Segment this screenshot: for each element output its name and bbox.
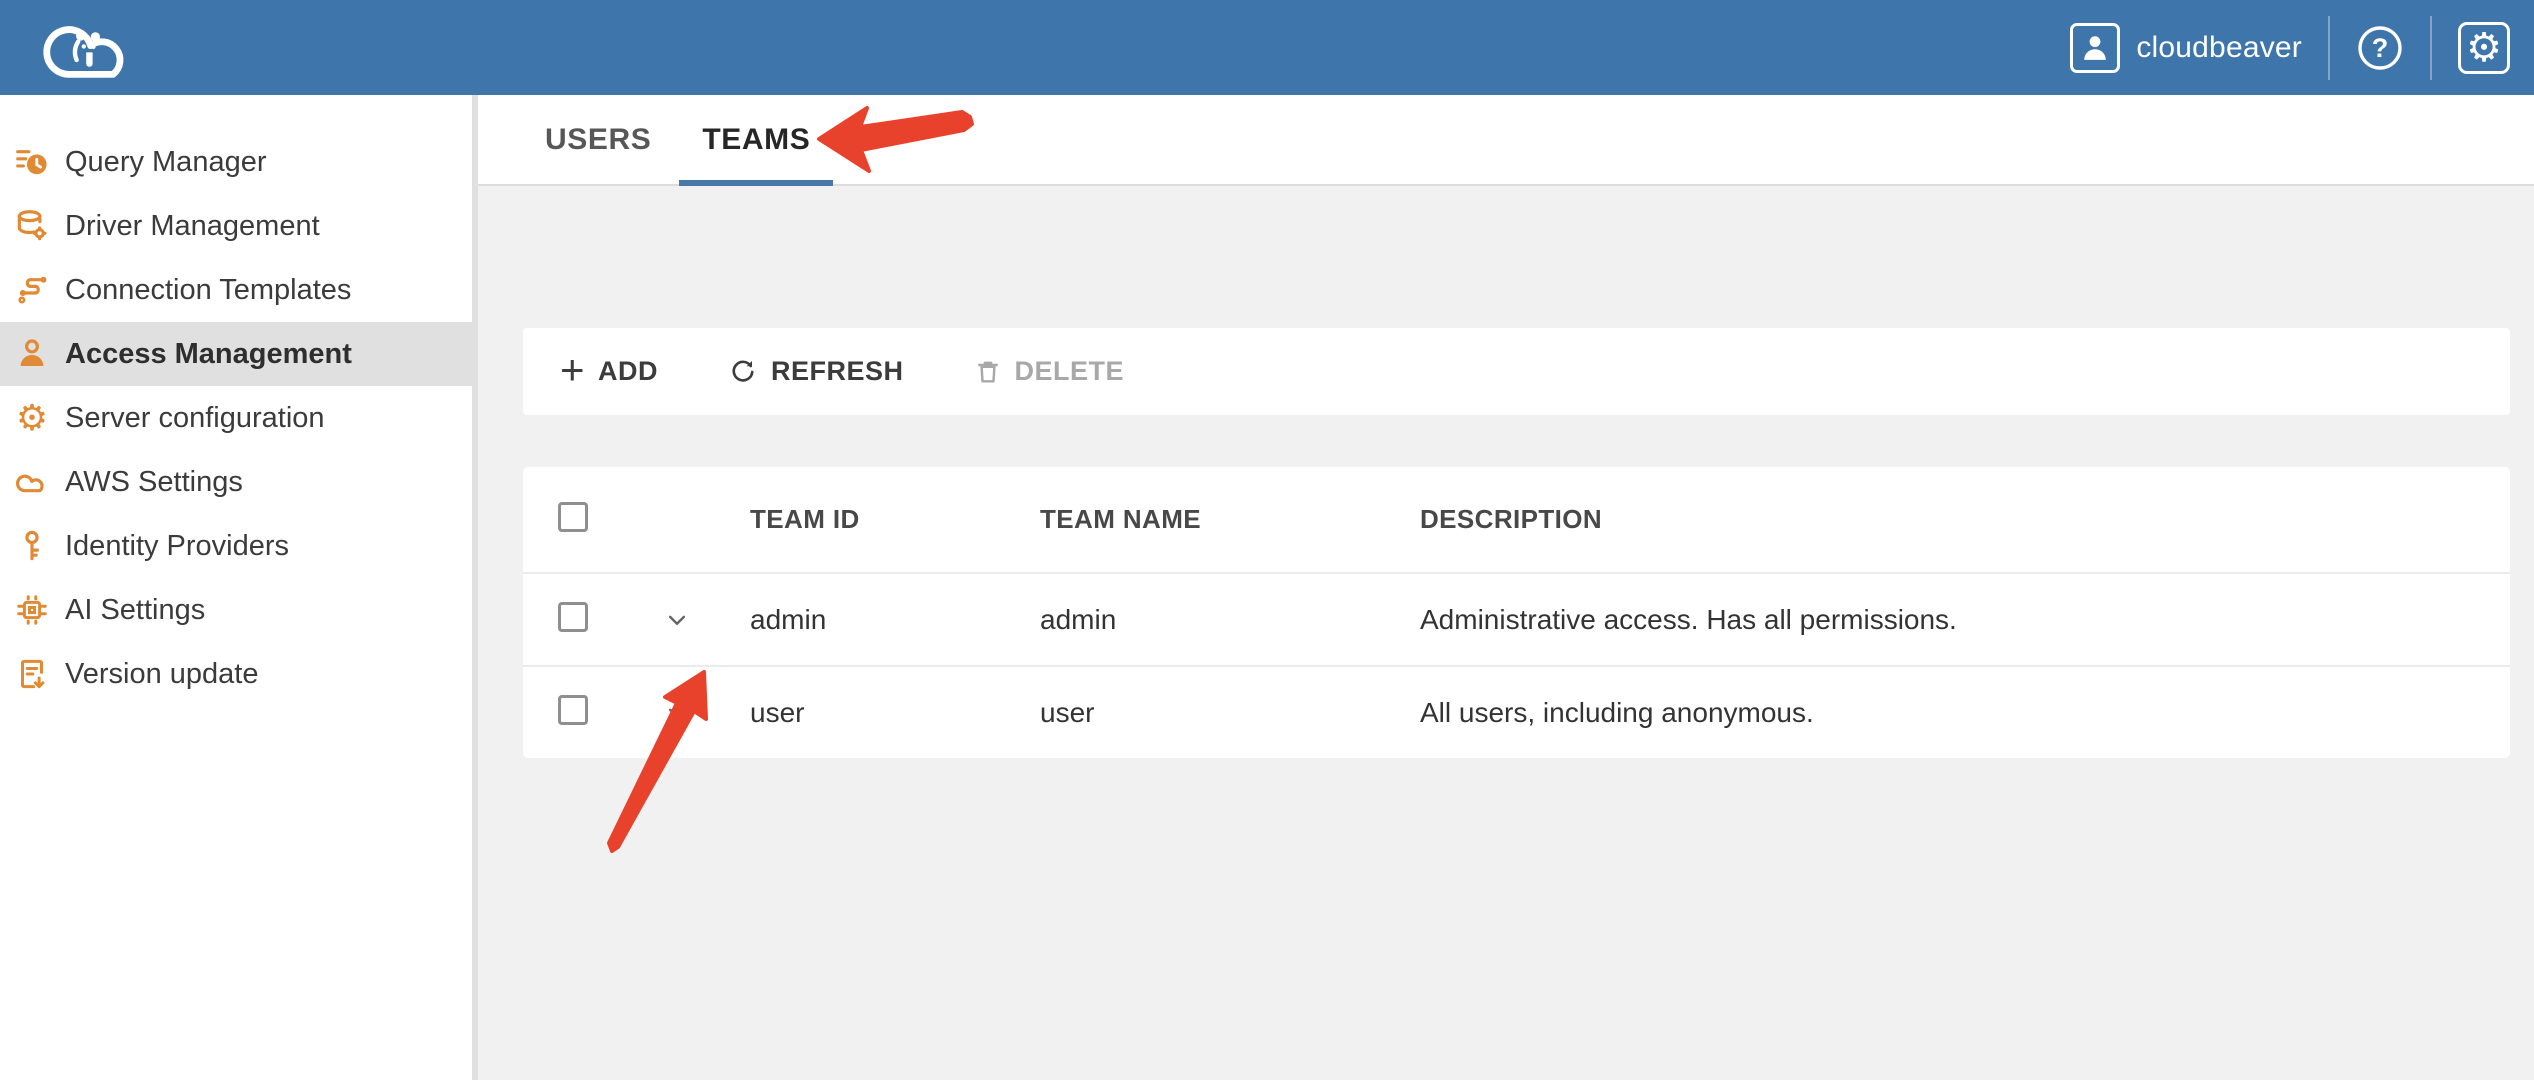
sidebar-item-label: AWS Settings bbox=[65, 466, 243, 499]
sidebar-item-label: Version update bbox=[65, 658, 258, 691]
sidebar-item-access-management[interactable]: Access Management bbox=[0, 322, 472, 386]
admin-sidebar: Query Manager Driver Management bbox=[0, 95, 472, 1080]
refresh-icon bbox=[728, 357, 758, 387]
query-manager-icon bbox=[12, 142, 52, 182]
cloud-beaver-icon bbox=[37, 12, 141, 84]
server-configuration-icon: ⚙ bbox=[12, 398, 52, 438]
table-row-admin[interactable]: admin admin Administrative access. Has a… bbox=[523, 572, 2510, 665]
cell-description: Administrative access. Has all permissio… bbox=[1393, 604, 2510, 636]
teams-table: TEAM ID TEAM NAME DESCRIPTION admin bbox=[523, 467, 2510, 758]
version-update-icon bbox=[12, 654, 52, 694]
main-panel: USERS TEAMS + ADD REFRESH bbox=[478, 95, 2534, 1080]
sidebar-item-label: Connection Templates bbox=[65, 274, 351, 307]
cloudbeaver-logo[interactable] bbox=[37, 12, 141, 84]
table-header-row: TEAM ID TEAM NAME DESCRIPTION bbox=[523, 467, 2510, 572]
column-header-team-id: TEAM ID bbox=[723, 504, 1013, 535]
aws-settings-icon bbox=[12, 462, 52, 502]
trash-icon bbox=[974, 358, 1002, 386]
table-row-user[interactable]: user user All users, including anonymous… bbox=[523, 665, 2510, 758]
connection-templates-icon bbox=[12, 270, 52, 310]
person-icon bbox=[2076, 29, 2114, 67]
expand-chevron-icon[interactable] bbox=[662, 605, 723, 635]
teams-toolbar: + ADD REFRESH bbox=[523, 328, 2510, 415]
tab-teams[interactable]: TEAMS bbox=[679, 95, 833, 184]
sidebar-item-label: Query Manager bbox=[65, 146, 267, 179]
add-button-label: ADD bbox=[598, 356, 658, 387]
help-icon: ? bbox=[2356, 24, 2404, 72]
cell-team-id: admin bbox=[723, 604, 1013, 636]
refresh-button-label: REFRESH bbox=[771, 356, 904, 387]
ai-settings-icon bbox=[12, 590, 52, 630]
sidebar-item-label: AI Settings bbox=[65, 594, 205, 627]
sidebar-item-aws-settings[interactable]: AWS Settings bbox=[0, 450, 472, 514]
sidebar-item-label: Driver Management bbox=[65, 210, 320, 243]
add-button[interactable]: + ADD bbox=[560, 356, 658, 387]
sidebar-item-server-configuration[interactable]: ⚙ Server configuration bbox=[0, 386, 472, 450]
cloudbeaver-admin-page: cloudbeaver ? ⚙ bbox=[0, 0, 2534, 1080]
identity-providers-icon bbox=[12, 526, 52, 566]
svg-text:?: ? bbox=[2372, 33, 2389, 63]
refresh-button[interactable]: REFRESH bbox=[728, 356, 904, 387]
teams-content: + ADD REFRESH bbox=[478, 188, 2534, 1080]
delete-button-label: DELETE bbox=[1015, 356, 1125, 387]
column-header-team-name: TEAM NAME bbox=[1013, 504, 1393, 535]
gear-icon: ⚙ bbox=[2466, 28, 2502, 68]
header-divider bbox=[2430, 16, 2432, 80]
sidebar-item-connection-templates[interactable]: Connection Templates bbox=[0, 258, 472, 322]
row-checkbox[interactable] bbox=[558, 695, 588, 725]
sidebar-item-query-manager[interactable]: Query Manager bbox=[0, 130, 472, 194]
cell-team-name: user bbox=[1013, 697, 1393, 729]
sidebar-item-label: Identity Providers bbox=[65, 530, 289, 563]
user-avatar[interactable] bbox=[2070, 23, 2120, 73]
delete-button[interactable]: DELETE bbox=[974, 356, 1125, 387]
cell-team-name: admin bbox=[1013, 604, 1393, 636]
row-checkbox[interactable] bbox=[558, 602, 588, 632]
help-button[interactable]: ? bbox=[2356, 24, 2404, 72]
tab-bar: USERS TEAMS bbox=[478, 95, 2534, 186]
access-management-icon bbox=[12, 334, 52, 374]
sidebar-item-label: Server configuration bbox=[65, 402, 325, 435]
header-divider bbox=[2328, 16, 2330, 80]
app-header: cloudbeaver ? ⚙ bbox=[0, 0, 2534, 95]
sidebar-item-label: Access Management bbox=[65, 338, 352, 371]
cell-description: All users, including anonymous. bbox=[1393, 697, 2510, 729]
tab-users[interactable]: USERS bbox=[522, 95, 674, 184]
driver-management-icon bbox=[12, 206, 52, 246]
settings-button[interactable]: ⚙ bbox=[2458, 22, 2510, 74]
expand-chevron-icon[interactable] bbox=[662, 698, 723, 728]
cell-team-id: user bbox=[723, 697, 1013, 729]
column-header-description: DESCRIPTION bbox=[1393, 504, 2510, 535]
sidebar-item-version-update[interactable]: Version update bbox=[0, 642, 472, 706]
sidebar-item-driver-management[interactable]: Driver Management bbox=[0, 194, 472, 258]
header-actions: cloudbeaver ? ⚙ bbox=[2070, 16, 2534, 80]
sidebar-item-identity-providers[interactable]: Identity Providers bbox=[0, 514, 472, 578]
username-label: cloudbeaver bbox=[2136, 31, 2302, 65]
select-all-checkbox[interactable] bbox=[558, 502, 588, 532]
sidebar-item-ai-settings[interactable]: AI Settings bbox=[0, 578, 472, 642]
